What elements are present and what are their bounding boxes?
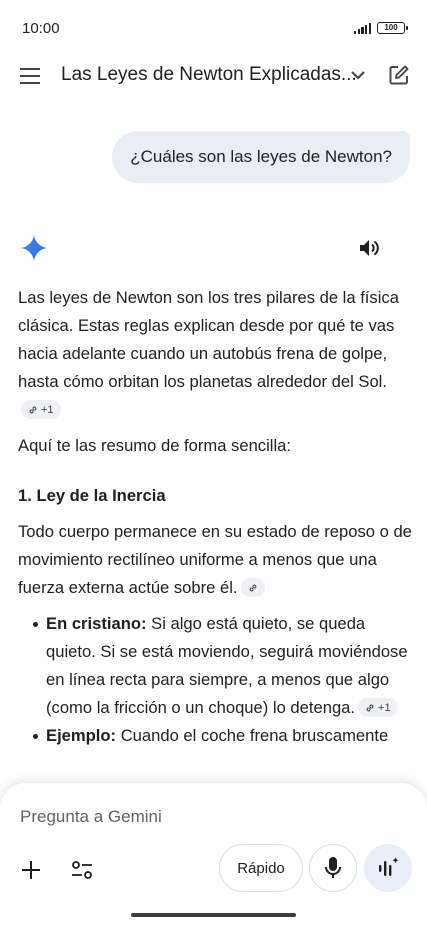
menu-icon[interactable]: [14, 60, 46, 92]
source-chip-count: +1: [378, 701, 391, 714]
response-summary: Aquí te las resumo de forma sencilla:: [18, 436, 292, 455]
source-chip[interactable]: [240, 578, 265, 598]
plus-icon[interactable]: [17, 856, 45, 884]
microphone-icon: [325, 857, 341, 878]
link-icon: [29, 406, 37, 413]
status-icons: 100: [354, 22, 408, 34]
edit-icon[interactable]: [385, 61, 413, 89]
source-chip-count: +1: [41, 403, 54, 416]
link-icon: [366, 704, 374, 711]
link-icon: [249, 584, 256, 591]
user-message-bubble: ¿Cuáles son las leyes de Newton?: [112, 131, 410, 183]
list-item: Ejemplo: Cuando el coche frena bruscamen…: [33, 722, 413, 750]
section-body-text: Todo cuerpo permanece en su estado de re…: [18, 522, 412, 597]
user-message-text: ¿Cuáles son las leyes de Newton?: [130, 147, 392, 166]
model-label: Rápido: [237, 859, 285, 877]
bullet-text: Cuando el coche frena bruscamente: [116, 726, 389, 745]
source-chip[interactable]: +1: [21, 400, 61, 420]
live-mode-icon: [379, 857, 399, 876]
top-app-bar: Las Leyes de Newton Explicadas...: [0, 56, 427, 94]
home-indicator[interactable]: [131, 913, 296, 917]
bullet-list: En cristiano: Si algo está quieto, se qu…: [18, 610, 413, 750]
gemini-response: Las leyes de Newton son los tres pilares…: [18, 284, 413, 750]
microphone-button[interactable]: [309, 844, 357, 892]
chat-title[interactable]: Las Leyes de Newton Explicadas...: [61, 64, 357, 86]
model-selector-button[interactable]: Rápido: [219, 844, 303, 892]
source-chip[interactable]: +1: [358, 698, 398, 718]
bullet-label: En cristiano:: [46, 614, 147, 633]
section-heading: 1. Ley de la Inercia: [18, 486, 166, 505]
response-intro-text: Las leyes de Newton son los tres pilares…: [18, 288, 399, 391]
bullet-label: Ejemplo:: [46, 726, 117, 745]
gemini-sparkle-icon: [20, 234, 48, 262]
list-item: En cristiano: Si algo está quieto, se qu…: [33, 610, 413, 722]
response-intro: Las leyes de Newton son los tres pilares…: [18, 284, 413, 424]
signal-icon: [354, 22, 371, 34]
section-body: Todo cuerpo permanece en su estado de re…: [18, 518, 413, 602]
battery-level: 100: [384, 23, 398, 32]
speaker-icon[interactable]: [357, 235, 383, 261]
tools-icon[interactable]: [68, 856, 96, 884]
status-time: 10:00: [22, 20, 60, 37]
chevron-down-icon[interactable]: [345, 62, 371, 88]
prompt-input[interactable]: Pregunta a Gemini: [20, 807, 162, 827]
status-bar: 10:00 100: [0, 0, 427, 56]
battery-icon: 100: [377, 22, 408, 34]
prompt-input-panel: Pregunta a Gemini Rápido: [0, 783, 427, 926]
live-mode-button[interactable]: [364, 844, 412, 892]
